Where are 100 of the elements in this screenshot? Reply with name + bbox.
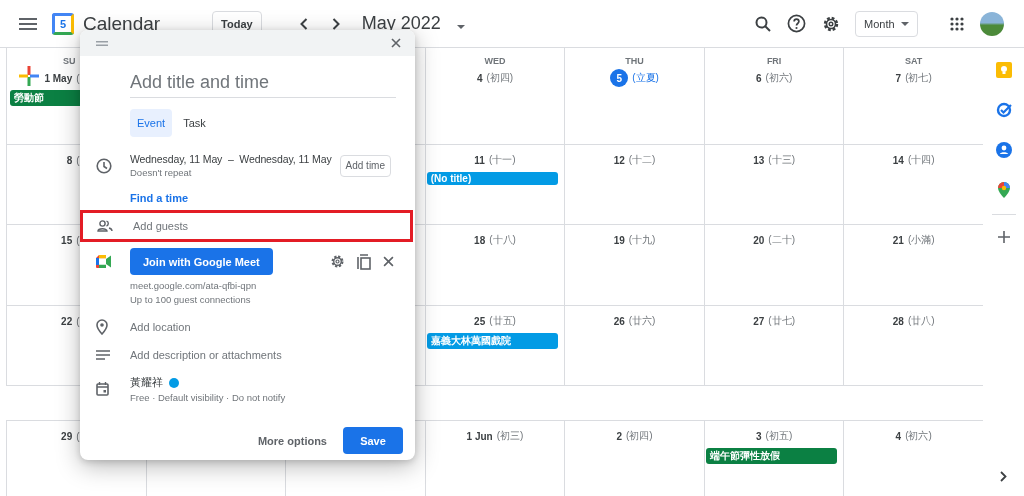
date-number[interactable]: 12 (613, 154, 625, 166)
lunar-date: (初四) (626, 429, 653, 443)
date-number[interactable]: 7 (895, 72, 902, 84)
date-number[interactable]: 18 (474, 234, 486, 246)
meet-capacity: Up to 100 guest connections (130, 294, 252, 305)
lunar-date: (十九) (628, 233, 656, 247)
lunar-date: (廿五) (489, 314, 516, 328)
lunar-date: ( (76, 154, 80, 166)
video-call-icon (96, 255, 112, 268)
apps-grid-icon[interactable] (950, 16, 964, 31)
next-icon[interactable] (331, 17, 340, 30)
find-time-link[interactable]: Find a time (130, 192, 189, 204)
date-number[interactable]: 11 (474, 154, 485, 166)
date-number[interactable]: 13 (753, 154, 765, 166)
avatar[interactable] (980, 11, 1004, 36)
tasks-icon[interactable] (995, 102, 1012, 118)
lunar-date: ( (76, 315, 80, 327)
close-icon[interactable] (391, 38, 401, 48)
weekday-label: FRI (766, 56, 782, 66)
repeat-option[interactable]: Doesn't repeat (130, 167, 332, 178)
lunar-date: ( (76, 72, 80, 84)
date-number[interactable]: 21 (892, 234, 904, 246)
lunar-date: (初三) (496, 429, 524, 443)
plus-icon[interactable] (18, 65, 41, 87)
date-number[interactable]: 15 (61, 234, 73, 246)
lunar-date: (初五) (765, 429, 793, 443)
date-number[interactable]: 6 (756, 72, 762, 84)
lunar-date: (十二) (628, 153, 656, 167)
save-button[interactable]: Save (343, 427, 403, 454)
date-number[interactable]: 8 (66, 154, 73, 166)
weekday-label: SAT (905, 56, 923, 66)
event-chip[interactable]: 端午節彈性放假 (705, 448, 838, 464)
lunar-date: (十三) (768, 153, 796, 167)
date-number[interactable]: 28 (892, 315, 904, 327)
weekday-label: THU (625, 56, 644, 66)
description-field[interactable]: Add description or attachments (130, 349, 380, 361)
search-icon[interactable] (755, 15, 771, 32)
lunar-date: ( (76, 430, 80, 442)
date-number[interactable]: 26 (613, 315, 625, 327)
lunar-date: (立夏) (632, 71, 659, 85)
copy-icon[interactable] (357, 253, 371, 270)
add-time-button[interactable]: Add time (339, 154, 391, 177)
contact-icon[interactable] (995, 142, 1012, 158)
type-tab[interactable]: Event (130, 109, 173, 137)
help-icon[interactable] (787, 14, 806, 33)
lunar-date: (十一) (488, 153, 516, 167)
lunar-date: (十八) (489, 233, 516, 247)
date-number[interactable]: 4 (895, 430, 902, 442)
view-dropdown[interactable]: Month (855, 10, 918, 37)
lunar-date: (小滿) (907, 233, 935, 247)
date-number[interactable]: 14 (892, 154, 904, 166)
lunar-date: (二十) (768, 233, 796, 247)
guests-row[interactable]: Add guests (80, 210, 413, 242)
people-icon (97, 220, 113, 232)
month-title[interactable]: May 2022 (361, 13, 441, 34)
caret-icon[interactable] (456, 24, 465, 29)
close-icon[interactable] (383, 256, 394, 267)
weekday-label: SU (63, 56, 76, 66)
date-number[interactable]: 22 (61, 315, 73, 327)
lunar-date: (廿七) (768, 314, 796, 328)
lunar-date: (初六) (905, 429, 932, 443)
weekday-label: WED (484, 56, 506, 66)
lunar-date: (初六) (765, 71, 793, 85)
drag-handle-icon[interactable] (96, 40, 108, 46)
date-number[interactable]: 1 May (44, 72, 73, 84)
caret-icon[interactable] (901, 21, 909, 26)
app-name: Calendar (83, 12, 161, 35)
calendar-logo: 5 (52, 12, 74, 35)
location-pin-icon (96, 319, 108, 335)
join-meet-button[interactable]: Join with Google Meet (130, 248, 273, 275)
chevron-right-icon[interactable] (1000, 471, 1007, 482)
date-number[interactable]: 19 (613, 234, 625, 246)
date-number[interactable]: 25 (474, 315, 486, 327)
map-pin-icon[interactable] (997, 182, 1010, 198)
location-field[interactable]: Add location (130, 321, 380, 333)
lunar-date: ( (76, 234, 80, 246)
date-number[interactable]: 5 (610, 69, 629, 87)
lunar-date: (十四) (907, 153, 935, 167)
date-range[interactable]: Wednesday, 11 May – Wednesday, 11 May (130, 153, 332, 165)
date-number[interactable]: 20 (753, 234, 765, 246)
previous-icon[interactable] (299, 17, 308, 30)
date-number[interactable]: 27 (753, 315, 765, 327)
date-number[interactable]: 1 Jun (466, 430, 493, 442)
lunar-date: (廿六) (628, 314, 656, 328)
type-tab[interactable]: Task (176, 109, 213, 137)
calendar-owner[interactable]: 黃耀祥 (130, 375, 163, 390)
clock-icon (96, 157, 112, 174)
date-number[interactable]: 2 (616, 430, 622, 442)
settings-icon[interactable] (822, 14, 840, 33)
menu-icon[interactable] (19, 17, 37, 30)
date-number[interactable]: 3 (756, 430, 762, 442)
date-number[interactable]: 4 (476, 72, 483, 84)
lunar-date: (廿八) (907, 314, 935, 328)
meet-link[interactable]: meet.google.com/ata-qfbi-qpn (130, 280, 403, 291)
date-number[interactable]: 29 (61, 430, 73, 442)
more-options-button[interactable]: More options (253, 428, 331, 453)
event-details: Free · Default visibility · Do not notify (130, 392, 286, 403)
guests-field[interactable]: Add guests (133, 220, 383, 232)
settings-icon[interactable] (330, 254, 345, 269)
add-icon[interactable] (997, 231, 1010, 243)
